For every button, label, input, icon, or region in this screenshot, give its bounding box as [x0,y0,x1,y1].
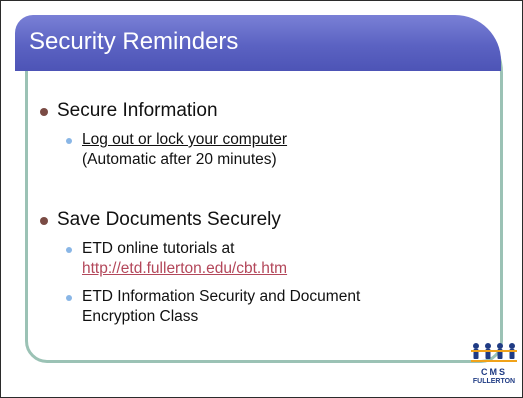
bullet-save-documents: Save Documents Securely [37,208,477,231]
slide-title: Security Reminders [29,28,239,55]
sub-bullet-encryption-class: ETD Information Security and Document En… [63,287,477,327]
cms-fullerton-logo: CMS FULLERTON [467,341,521,389]
bullet-secure-information: Secure Information [37,99,477,122]
encryption-class-line2: Encryption Class [82,308,199,325]
people-icon [471,343,517,362]
logout-link[interactable]: Log out or lock your computer [82,131,287,148]
encryption-class-line1: ETD Information Security and Document [82,288,361,305]
tutorials-url-link[interactable]: http://etd.fullerton.edu/cbt.htm [82,260,287,277]
tutorials-text: ETD online tutorials at [82,240,235,257]
slide: Security Reminders Secure Information Lo… [0,0,523,398]
logo-cms-text: CMS [481,367,507,377]
sub-bullet-logout: Log out or lock your computer (Automatic… [63,130,477,170]
bullet-list: Secure Information Log out or lock your … [37,99,477,327]
logout-note: (Automatic after 20 minutes) [82,151,277,168]
logo-fullerton-text: FULLERTON [472,378,516,385]
sub-bullet-tutorials: ETD online tutorials at http://etd.fulle… [63,239,477,279]
